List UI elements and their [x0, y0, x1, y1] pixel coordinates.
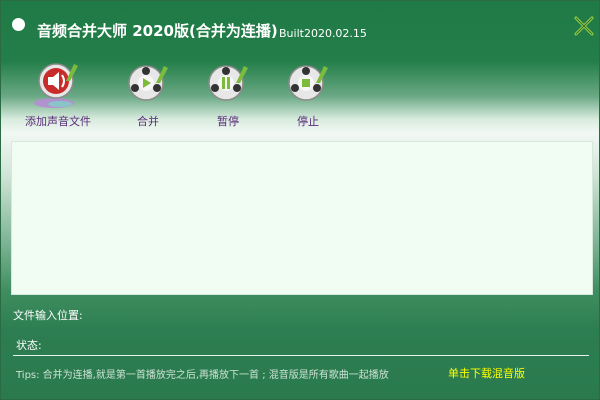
window-title: 音频合并大师 2020版(合并为连播) — [37, 22, 278, 40]
close-button[interactable] — [573, 15, 595, 37]
close-icon — [574, 16, 594, 36]
stop-label: 停止 — [297, 115, 319, 128]
speaker-icon — [34, 63, 78, 108]
stop-button[interactable]: 停止 — [263, 61, 353, 129]
add-sound-file-button[interactable]: 添加声音文件 — [13, 61, 103, 129]
pause-label: 暂停 — [217, 115, 239, 128]
app-logo-icon — [12, 18, 25, 31]
output-path-label: 文件输入位置: — [13, 309, 83, 322]
build-version: Built2020.02.15 — [279, 27, 367, 40]
download-mix-link[interactable]: 单击下载混音版 — [448, 365, 525, 381]
sound-file-list[interactable] — [11, 141, 593, 295]
pause-button[interactable]: 暂停 — [183, 61, 273, 129]
add-sound-file-label: 添加声音文件 — [25, 115, 91, 128]
merge-label: 合并 — [137, 115, 159, 128]
app-window: 音频合并大师 2020版(合并为连播) Built2020.02.15 添加声音… — [0, 0, 600, 400]
merge-play-icon — [128, 65, 168, 101]
merge-button[interactable]: 合并 — [103, 61, 193, 129]
pause-icon — [208, 65, 248, 101]
tips-text: Tips: 合并为连播,就是第一首播放完之后,再播放下一首 ; 混音版是所有歌曲… — [16, 370, 389, 381]
status-label: 状态: — [16, 339, 42, 352]
status-divider — [13, 355, 589, 356]
stop-icon — [288, 65, 328, 101]
